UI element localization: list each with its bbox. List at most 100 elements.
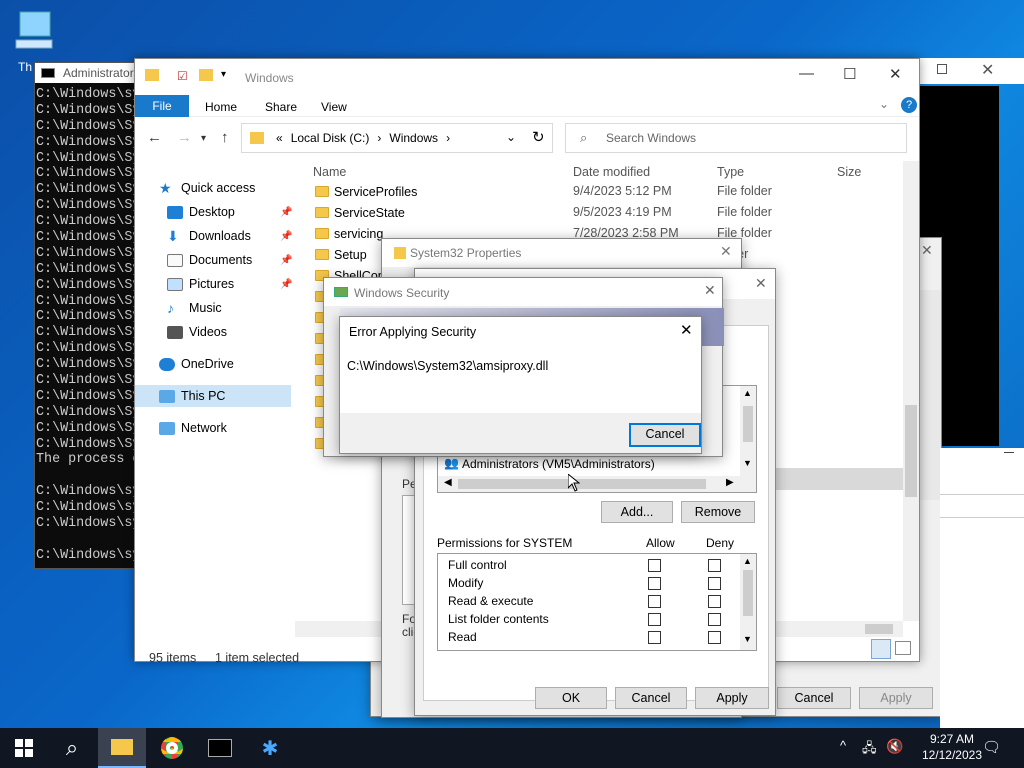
recent-chevron-icon[interactable]: ▾	[201, 133, 206, 144]
permissions-list[interactable]: ▲ ▼ Full control Modify Read & execute List…	[437, 553, 757, 651]
error-cancel-button[interactable]: Cancel	[629, 423, 701, 447]
group-entry-administrators[interactable]: Administrators (VM5\Administrators)	[462, 457, 655, 471]
sidebar-item-desktop[interactable]: Desktop	[167, 201, 235, 223]
network-icon[interactable]: 🖧	[862, 739, 877, 761]
pin-icon[interactable]: 📌	[280, 207, 292, 218]
close-icon[interactable]: ✕	[921, 242, 933, 259]
sidebar-item-music[interactable]: ♪ Music	[167, 297, 222, 319]
back-cancel-button[interactable]: Cancel	[777, 687, 851, 709]
column-name[interactable]: Name	[313, 165, 346, 179]
horizontal-scrollbar[interactable]: ◀ ▶	[438, 476, 740, 492]
refresh-icon[interactable]: ↻	[532, 128, 545, 146]
address-bar[interactable]: « Local Disk (C:) › Windows › ⌄ ↻	[241, 123, 553, 153]
close-icon[interactable]: ✕	[680, 321, 693, 339]
ribbon-view-tab[interactable]: View	[321, 100, 347, 114]
remove-button[interactable]: Remove	[681, 501, 755, 523]
sidebar-item-quick-access[interactable]: ★ Quick access	[159, 177, 255, 199]
deny-checkbox[interactable]	[708, 559, 721, 572]
help-icon[interactable]: ?	[901, 97, 917, 113]
ribbon-home-tab[interactable]: Home	[205, 100, 237, 114]
sidebar-item-onedrive[interactable]: OneDrive	[159, 353, 234, 375]
back-apply-button[interactable]: Apply	[859, 687, 933, 709]
allow-checkbox[interactable]	[648, 559, 661, 572]
pin-icon[interactable]: 📌	[280, 255, 292, 266]
column-date-modified[interactable]: Date modified	[573, 165, 650, 179]
scroll-down-icon[interactable]: ▼	[743, 458, 752, 468]
scroll-up-icon[interactable]: ▲	[743, 388, 752, 398]
breadcrumb-separator-2[interactable]: ›	[446, 131, 450, 145]
taskbar-chrome[interactable]	[148, 728, 196, 768]
security-cancel-button[interactable]: Cancel	[615, 687, 687, 709]
file-row[interactable]: ServiceProfiles	[315, 181, 417, 202]
security-ok-button[interactable]: OK	[535, 687, 607, 709]
deny-checkbox[interactable]	[708, 613, 721, 626]
maximize-icon[interactable]: ☐	[843, 65, 856, 83]
allow-checkbox[interactable]	[648, 613, 661, 626]
close-icon[interactable]: ✕	[704, 282, 716, 299]
close-icon[interactable]: ✕	[720, 243, 732, 260]
back-arrow-icon[interactable]: ←	[147, 129, 162, 146]
search-input[interactable]: ⌕ Search Windows	[565, 123, 907, 153]
breadcrumb-drive[interactable]: Local Disk (C:)	[291, 131, 370, 145]
star-icon: ★	[159, 179, 172, 196]
deny-checkbox[interactable]	[708, 595, 721, 608]
file-row[interactable]: ServiceState	[315, 202, 405, 223]
ribbon-file-tab[interactable]: File	[135, 95, 189, 117]
chevron-down-icon[interactable]: ▾	[221, 69, 226, 80]
up-arrow-icon[interactable]: ↑	[221, 129, 229, 146]
file-row[interactable]: Setup	[315, 244, 367, 265]
ribbon-share-tab[interactable]: Share	[265, 100, 297, 114]
sidebar-item-this-pc[interactable]: This PC	[135, 385, 291, 407]
column-type[interactable]: Type	[717, 165, 744, 179]
forward-arrow-icon[interactable]: →	[177, 129, 192, 146]
column-size[interactable]: Size	[837, 165, 861, 179]
pin-icon[interactable]: 📌	[280, 231, 292, 242]
security-apply-button[interactable]: Apply	[695, 687, 769, 709]
taskbar-terminal[interactable]	[196, 728, 244, 768]
address-dropdown-icon[interactable]: ⌄	[506, 130, 516, 144]
start-button[interactable]	[0, 728, 48, 768]
close-icon[interactable]: ✕	[981, 60, 994, 80]
allow-checkbox[interactable]	[648, 595, 661, 608]
sidebar-item-videos[interactable]: Videos	[167, 321, 227, 343]
sidebar-item-documents[interactable]: Documents	[167, 249, 252, 271]
sidebar-item-network[interactable]: Network	[159, 417, 227, 439]
file-name: Setup	[334, 247, 367, 262]
chevron-up-icon[interactable]: ^	[840, 738, 846, 753]
vertical-scrollbar[interactable]	[903, 161, 919, 621]
breadcrumb-folder[interactable]: Windows	[389, 131, 438, 145]
volume-muted-icon[interactable]: 🔇	[886, 738, 903, 755]
this-pc-desktop-icon[interactable]: Th	[14, 10, 66, 74]
details-view-icon[interactable]	[871, 639, 891, 659]
clock[interactable]: 9:27 AM 12/12/2023	[922, 731, 982, 763]
scroll-right-icon[interactable]: ▶	[726, 477, 734, 488]
close-icon[interactable]: ✕	[889, 65, 902, 83]
new-folder-icon[interactable]	[199, 69, 213, 81]
allow-checkbox[interactable]	[648, 631, 661, 644]
deny-checkbox[interactable]	[708, 631, 721, 644]
sidebar-item-downloads[interactable]: ⬇ Downloads	[167, 225, 251, 247]
error-applying-security-dialog[interactable]: Error Applying Security ✕ C:\Windows\Sys…	[339, 316, 702, 454]
breadcrumb-separator[interactable]: ›	[377, 131, 381, 145]
deny-checkbox[interactable]	[708, 577, 721, 590]
file-row[interactable]: servicing	[315, 223, 383, 244]
taskbar-file-explorer[interactable]	[98, 728, 146, 768]
minimize-icon[interactable]: —	[799, 65, 814, 82]
pin-icon[interactable]: 📌	[280, 279, 292, 290]
add-button[interactable]: Add...	[601, 501, 673, 523]
search-button[interactable]: ⌕	[48, 728, 96, 768]
search-icon: ⌕	[580, 130, 588, 145]
taskbar-app[interactable]: ✱	[246, 728, 294, 768]
large-icons-view-icon[interactable]	[895, 641, 911, 655]
allow-checkbox[interactable]	[648, 577, 661, 590]
close-icon[interactable]: ✕	[755, 275, 767, 292]
properties-icon[interactable]: ☑	[177, 69, 188, 83]
scroll-up-icon[interactable]: ▲	[743, 556, 752, 566]
maximize-icon[interactable]	[937, 64, 947, 74]
expand-ribbon-icon[interactable]: ⌄	[879, 97, 889, 111]
notifications-icon[interactable]: 🗨	[982, 738, 1001, 756]
address-prefix[interactable]: «	[276, 131, 283, 145]
sidebar-item-pictures[interactable]: Pictures	[167, 273, 234, 295]
scroll-left-icon[interactable]: ◀	[444, 477, 452, 488]
scroll-down-icon[interactable]: ▼	[743, 634, 752, 644]
